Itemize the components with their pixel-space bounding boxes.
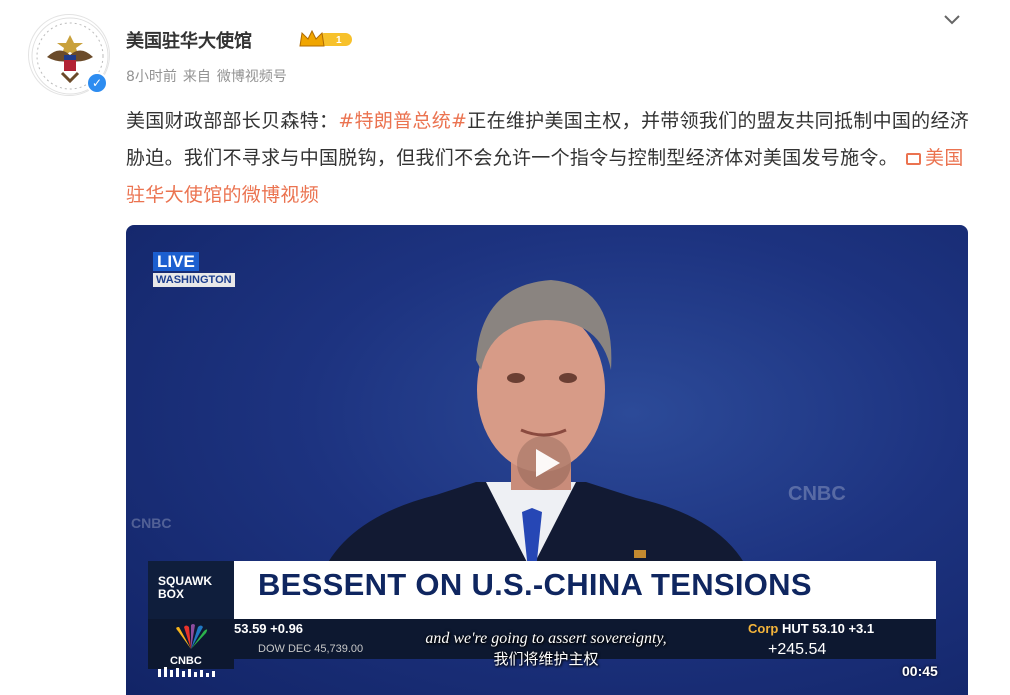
presenter-figure bbox=[316, 280, 756, 590]
video-subtitle: and we're going to assert sovereignty, 我… bbox=[346, 629, 746, 669]
ticker-bottom-right: +245.54 bbox=[768, 641, 827, 658]
volume-bars-icon bbox=[158, 667, 215, 677]
verified-badge-icon: ✓ bbox=[86, 72, 108, 94]
video-player[interactable]: LIVE WASHINGTON CNBC CNBC SQUAWK BOX BES… bbox=[126, 225, 968, 695]
background-logo: CNBC bbox=[788, 483, 846, 505]
news-headline: BESSENT ON U.S.-CHINA TENSIONS bbox=[258, 567, 812, 602]
account-name[interactable]: 美国驻华大使馆 bbox=[126, 27, 252, 53]
source-prefix: 来自 bbox=[182, 69, 211, 85]
video-icon bbox=[906, 153, 922, 165]
chevron-down-icon[interactable] bbox=[940, 10, 964, 30]
subtitle-chinese: 我们将维护主权 bbox=[493, 650, 599, 668]
post-text-part1: 美国财政部部长贝森特： bbox=[126, 110, 339, 132]
svg-text:CNBC: CNBC bbox=[170, 655, 202, 667]
nbc-peacock-icon: CNBC bbox=[148, 619, 234, 669]
location-badge: WASHINGTON bbox=[153, 273, 235, 287]
post-time[interactable]: 8小时前 bbox=[126, 69, 177, 85]
post-meta: 8小时前 来自 微博视频号 bbox=[126, 66, 293, 86]
lower-third: SQUAWK BOX BESSENT ON U.S.-CHINA TENSION… bbox=[148, 561, 936, 619]
play-icon[interactable] bbox=[516, 435, 572, 491]
ticker-corp-label: Corp bbox=[748, 621, 779, 636]
ticker-left: 53.59 +0.96 bbox=[234, 621, 304, 636]
show-name-line2: BOX bbox=[158, 587, 185, 601]
ticker-right: HUT 53.10 +3.1 bbox=[781, 621, 875, 636]
show-logo: SQUAWK BOX bbox=[148, 561, 234, 619]
video-timer: 00:45 bbox=[902, 663, 938, 679]
ticker-right-group: Corp HUT 53.10 +3.1 bbox=[748, 621, 874, 636]
vip-crown-icon: 1 bbox=[299, 29, 352, 47]
background-logo-2: CNBC bbox=[131, 515, 172, 531]
live-badge: LIVE bbox=[153, 252, 199, 271]
hashtag-link[interactable]: #特朗普总统# bbox=[338, 110, 467, 132]
post-text: 美国财政部部长贝森特：#特朗普总统#正在维护美国主权，并带领我们的盟友共同抵制中… bbox=[126, 103, 976, 214]
post-source[interactable]: 微博视频号 bbox=[217, 69, 287, 85]
subtitle-english: and we're going to assert sovereignty, bbox=[425, 630, 667, 647]
svg-text:1: 1 bbox=[336, 35, 342, 46]
